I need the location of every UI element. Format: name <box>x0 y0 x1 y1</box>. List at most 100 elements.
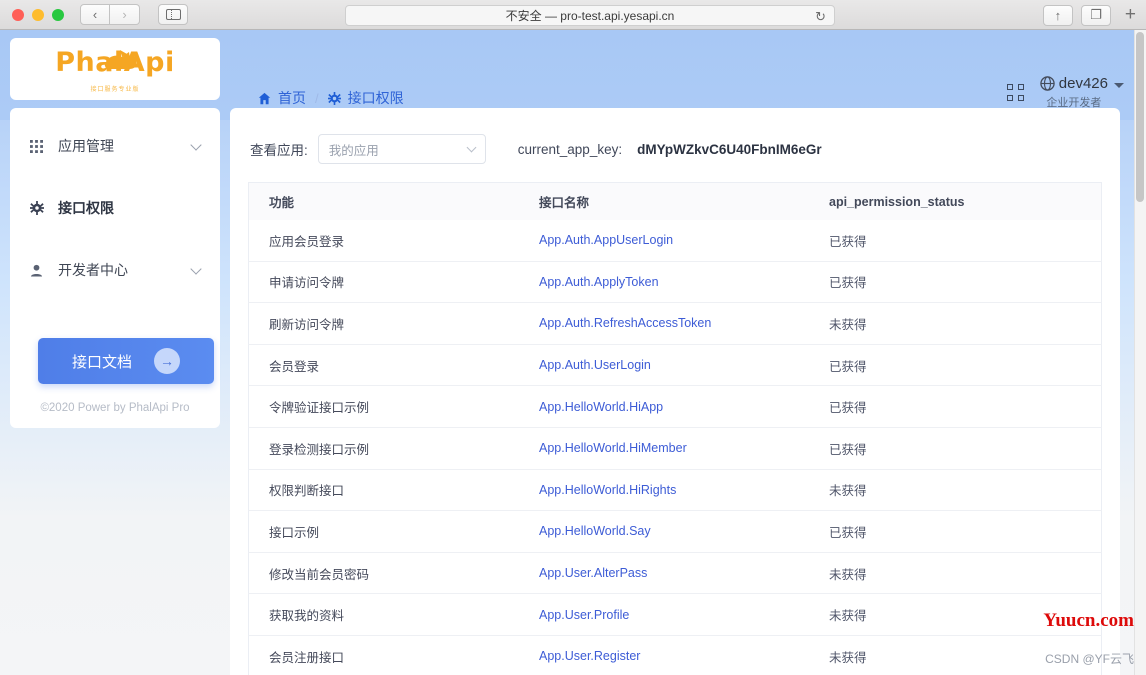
sidebar-divider <box>10 168 220 186</box>
breadcrumb-home-label: 首页 <box>278 88 306 108</box>
table-body: 应用会员登录App.Auth.AppUserLogin已获得申请访问令牌App.… <box>248 220 1102 675</box>
cell-status: 已获得 <box>829 522 1101 541</box>
user-name-row: dev426 <box>1040 75 1108 92</box>
table-row: 获取我的资料App.User.Profile未获得 <box>248 594 1102 636</box>
url-text: 不安全 — pro-test.api.yesapi.cn <box>506 7 675 24</box>
sidebar-item-app-management[interactable]: 应用管理 <box>10 124 220 168</box>
column-header-api-name: 接口名称 <box>539 192 829 211</box>
tabs-icon: ❐ <box>1090 7 1102 23</box>
browser-chrome: ‹ › 不安全 — pro-test.api.yesapi.cn ↻ ↑ ❐ + <box>0 0 1146 30</box>
sidebar-item-developer-center-label: 开发者中心 <box>58 260 128 280</box>
cell-api-link[interactable]: App.Auth.ApplyToken <box>539 275 829 289</box>
scrollbar-thumb[interactable] <box>1136 32 1144 202</box>
sidebar-toggle-button[interactable] <box>158 4 188 25</box>
sidebar-item-api-permission[interactable]: 接口权限 <box>10 186 220 230</box>
globe-icon <box>1040 76 1055 91</box>
chevron-down-icon[interactable] <box>1114 83 1124 88</box>
cell-api-link[interactable]: App.Auth.AppUserLogin <box>539 233 829 247</box>
gear-icon <box>328 92 341 105</box>
cell-feature: 应用会员登录 <box>249 231 539 250</box>
fullscreen-icon[interactable] <box>1007 84 1024 101</box>
home-icon <box>258 92 271 105</box>
cell-feature: 刷新访问令牌 <box>249 314 539 333</box>
copyright-text: ©2020 Power by PhalApi Pro <box>10 402 220 414</box>
app-key-label: current_app_key: <box>518 142 622 157</box>
cell-feature: 申请访问令牌 <box>249 272 539 291</box>
user-menu[interactable]: dev426 企业开发者 <box>1040 75 1124 110</box>
cell-status: 已获得 <box>829 231 1101 250</box>
window-traffic-lights[interactable] <box>12 9 64 21</box>
cell-api-link[interactable]: App.HelloWorld.HiApp <box>539 400 829 414</box>
share-icon: ↑ <box>1055 8 1062 23</box>
table-row: 申请访问令牌App.Auth.ApplyToken已获得 <box>248 262 1102 304</box>
chevron-down-icon <box>466 142 476 152</box>
table-row: 应用会员登录App.Auth.AppUserLogin已获得 <box>248 220 1102 262</box>
fox-mascot-icon <box>102 48 144 74</box>
gear-icon <box>30 201 48 215</box>
cell-status: 未获得 <box>829 564 1101 583</box>
grid-icon <box>30 140 48 153</box>
sidebar-item-developer-center[interactable]: 开发者中心 <box>10 248 220 292</box>
column-header-feature: 功能 <box>249 192 539 211</box>
cell-api-link[interactable]: App.User.AlterPass <box>539 566 829 580</box>
cell-feature: 接口示例 <box>249 522 539 541</box>
breadcrumb-item-home[interactable]: 首页 <box>258 88 306 108</box>
breadcrumb-api-permission-label: 接口权限 <box>348 88 404 108</box>
tabs-overview-button[interactable]: ❐ <box>1081 5 1111 26</box>
table-row: 接口示例App.HelloWorld.Say已获得 <box>248 511 1102 553</box>
reload-icon[interactable]: ↻ <box>815 9 826 25</box>
cell-status: 已获得 <box>829 439 1101 458</box>
sidebar-toggle-icon <box>166 9 181 20</box>
cell-api-link[interactable]: App.Auth.RefreshAccessToken <box>539 316 829 330</box>
cell-feature: 会员登录 <box>249 356 539 375</box>
cell-feature: 修改当前会员密码 <box>249 564 539 583</box>
cell-status: 已获得 <box>829 272 1101 291</box>
table-row: 权限判断接口App.HelloWorld.HiRights未获得 <box>248 470 1102 512</box>
cell-api-link[interactable]: App.HelloWorld.Say <box>539 524 829 538</box>
cell-feature: 会员注册接口 <box>249 647 539 666</box>
close-window-button[interactable] <box>12 9 24 21</box>
cell-api-link[interactable]: App.User.Profile <box>539 608 829 622</box>
cell-status: 已获得 <box>829 397 1101 416</box>
cell-status: 未获得 <box>829 314 1101 333</box>
address-bar[interactable]: 不安全 — pro-test.api.yesapi.cn ↻ <box>345 5 835 26</box>
sidebar-divider <box>10 230 220 248</box>
minimize-window-button[interactable] <box>32 9 44 21</box>
table-row: 登录检测接口示例App.HelloWorld.HiMember已获得 <box>248 428 1102 470</box>
cell-api-link[interactable]: App.HelloWorld.HiMember <box>539 441 829 455</box>
app-select-value: 我的应用 <box>329 140 379 159</box>
watermark-csdn: CSDN @YF云飞 <box>1045 650 1134 667</box>
app-select[interactable]: 我的应用 <box>318 134 486 164</box>
cell-api-link[interactable]: App.HelloWorld.HiRights <box>539 483 829 497</box>
table-row: 修改当前会员密码App.User.AlterPass未获得 <box>248 553 1102 595</box>
new-tab-button[interactable]: + <box>1119 4 1142 26</box>
table-header-row: 功能 接口名称 api_permission_status <box>248 182 1102 220</box>
cell-api-link[interactable]: App.User.Register <box>539 649 829 663</box>
chevron-down-icon[interactable] <box>190 263 201 274</box>
app-viewport: PhalApi 接口服务专业版 首页 / <box>0 30 1146 675</box>
api-doc-button[interactable]: 接口文档 → <box>38 338 214 384</box>
maximize-window-button[interactable] <box>52 9 64 21</box>
sidebar: 应用管理 接口权限 <box>10 108 220 428</box>
cell-status: 未获得 <box>829 480 1101 499</box>
app-key-value: dMYpWZkvC6U40FbnIM6eGr <box>637 142 822 157</box>
watermark-yuucn: Yuucn.com <box>1043 610 1134 632</box>
share-button[interactable]: ↑ <box>1043 5 1073 26</box>
nav-buttons[interactable]: ‹ › <box>80 4 140 25</box>
cell-api-link[interactable]: App.Auth.UserLogin <box>539 358 829 372</box>
back-button[interactable]: ‹ <box>80 4 110 25</box>
app-logo[interactable]: PhalApi 接口服务专业版 <box>10 38 220 100</box>
chevron-down-icon[interactable] <box>190 139 201 150</box>
view-app-label: 查看应用: <box>250 139 308 159</box>
breadcrumb-item-api-permission[interactable]: 接口权限 <box>328 88 404 108</box>
forward-button[interactable]: › <box>110 4 140 25</box>
header-right: dev426 企业开发者 <box>1007 75 1124 110</box>
cell-feature: 权限判断接口 <box>249 480 539 499</box>
table-row: 刷新访问令牌App.Auth.RefreshAccessToken未获得 <box>248 303 1102 345</box>
user-name: dev426 <box>1059 75 1108 92</box>
column-header-status: api_permission_status <box>829 195 1101 209</box>
browser-right-controls[interactable]: ↑ ❐ + <box>1043 4 1146 26</box>
page-scrollbar[interactable] <box>1134 30 1146 675</box>
arrow-right-icon: → <box>154 348 180 374</box>
breadcrumb-separator: / <box>315 91 319 106</box>
